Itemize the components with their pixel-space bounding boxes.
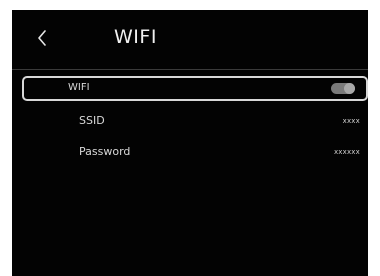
header-divider (12, 69, 368, 70)
back-button[interactable] (30, 24, 54, 52)
password-value: xxxxxx (333, 148, 360, 156)
header: WIFI (12, 10, 368, 66)
ssid-row[interactable]: SSID xxxx (22, 109, 368, 135)
wifi-label: WIFI (68, 82, 90, 93)
chevron-left-icon (38, 30, 46, 46)
page-title: WIFI (114, 26, 157, 48)
wifi-toggle[interactable] (331, 83, 355, 94)
wifi-toggle-knob (344, 83, 355, 94)
password-row[interactable]: Password xxxxxx (22, 140, 368, 166)
password-label: Password (79, 145, 131, 158)
ssid-value: xxxx (342, 117, 360, 125)
ssid-label: SSID (79, 114, 105, 127)
wifi-row[interactable]: WIFI (22, 76, 368, 101)
wifi-settings-screen: WIFI WIFI SSID xxxx Password xxxxxx (12, 10, 368, 276)
